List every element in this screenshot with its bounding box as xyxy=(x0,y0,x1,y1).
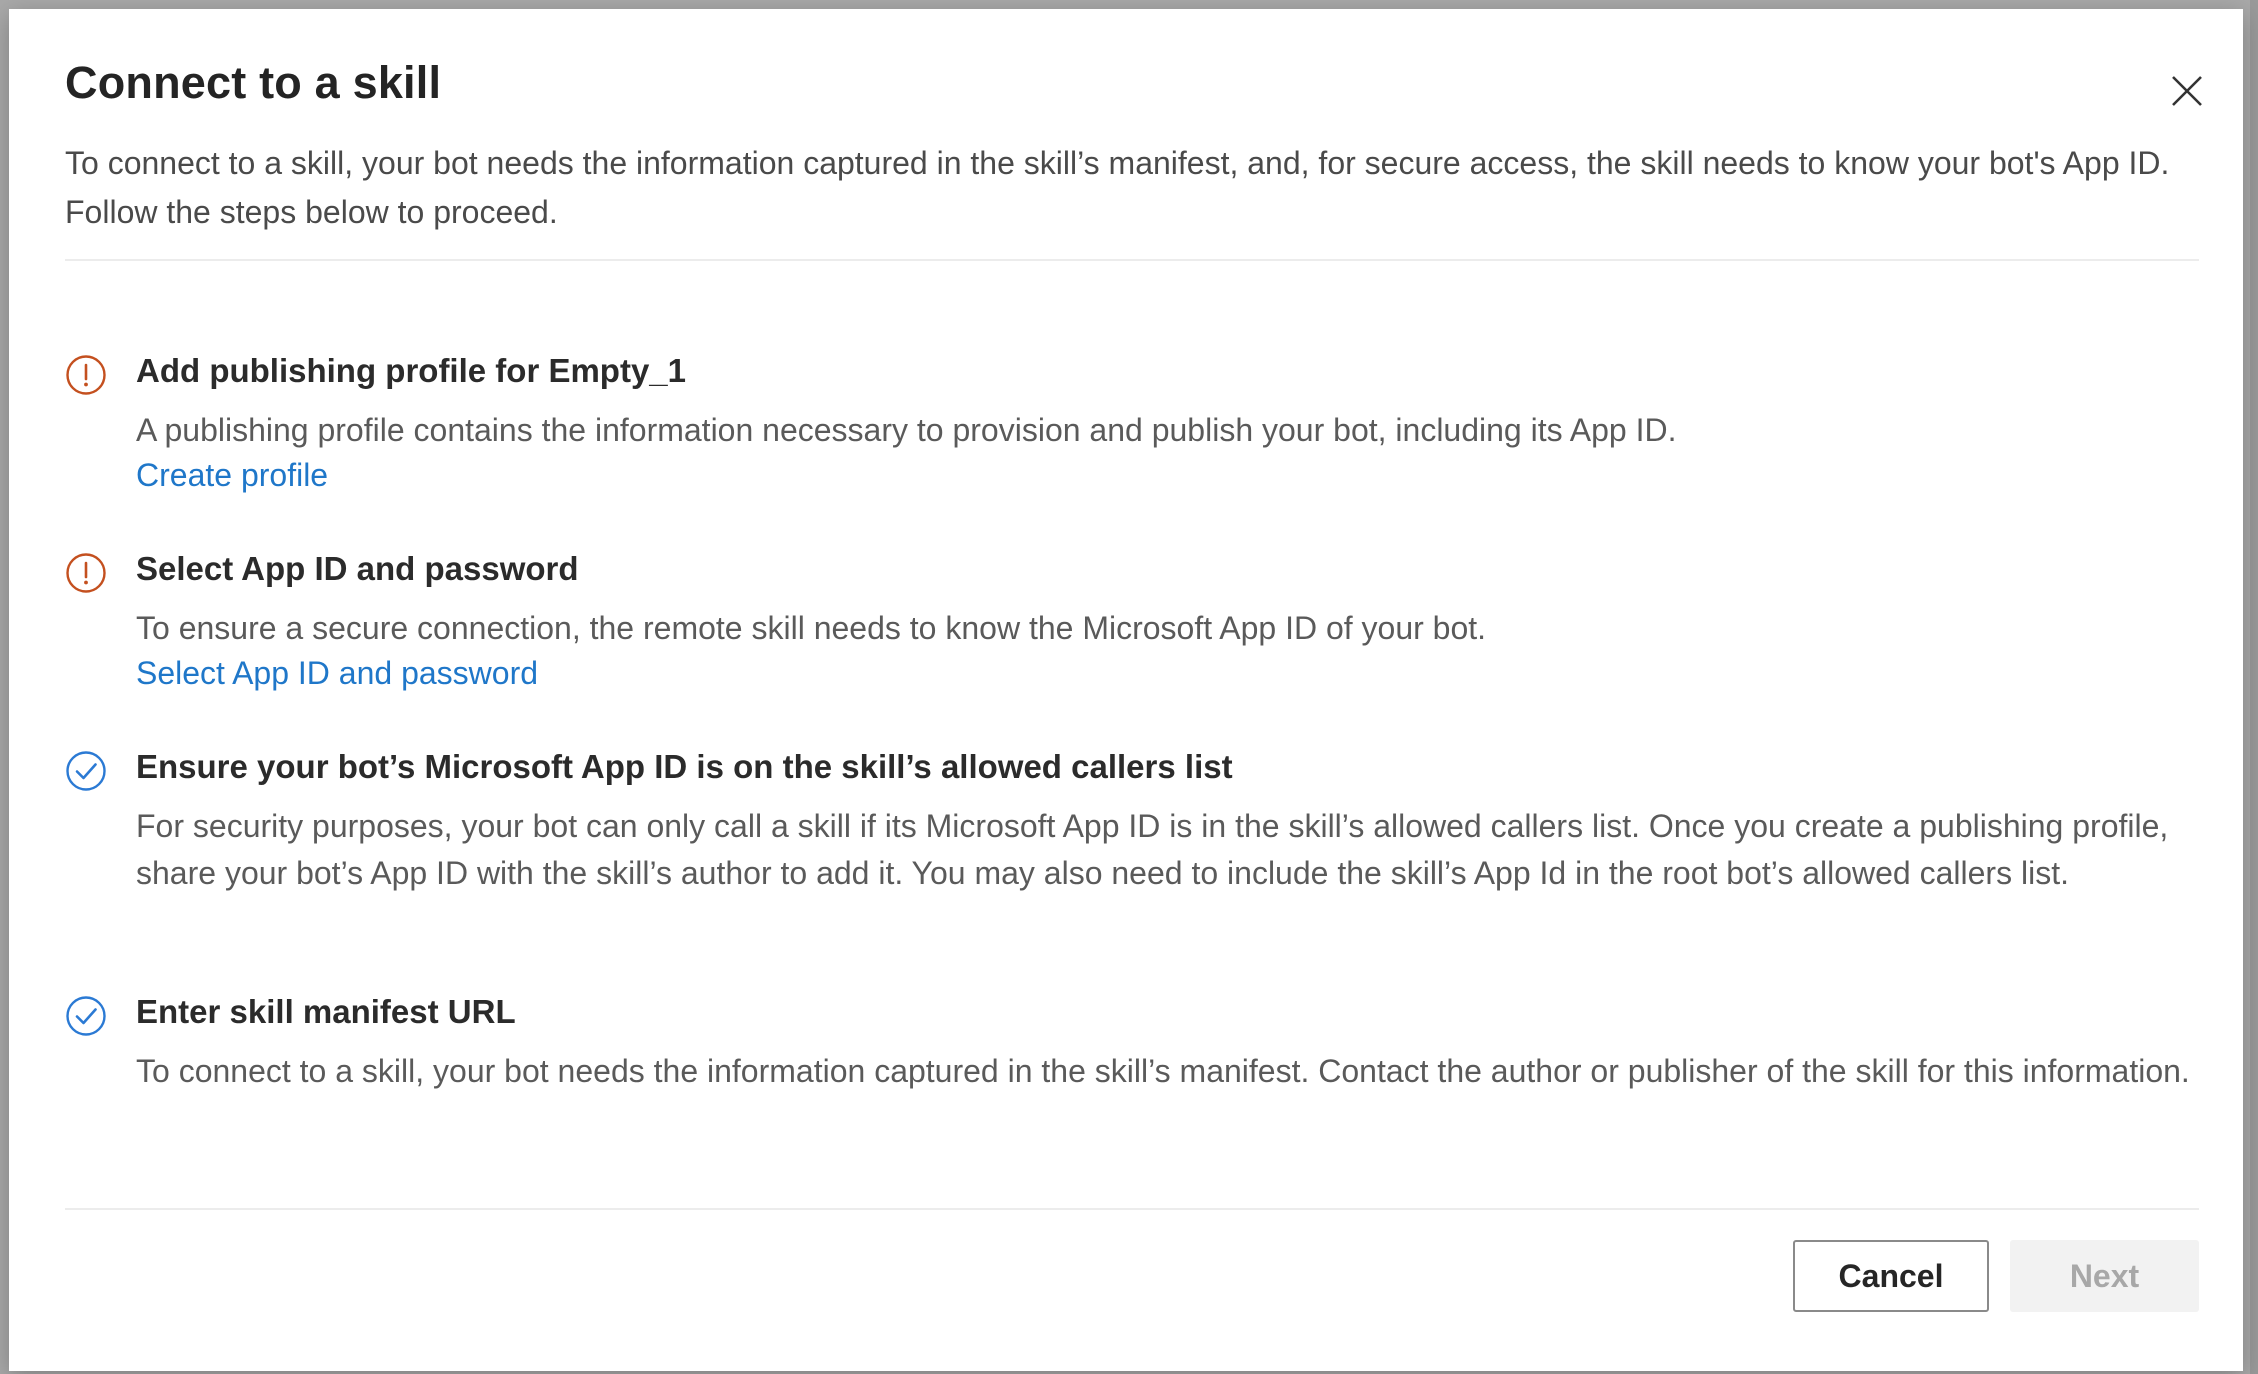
next-button[interactable]: Next xyxy=(2010,1240,2199,1312)
connect-skill-dialog: Connect to a skill To connect to a skill… xyxy=(9,9,2243,1371)
close-icon xyxy=(2172,76,2202,106)
select-app-id-link[interactable]: Select App ID and password xyxy=(136,655,538,692)
check-circle-icon xyxy=(66,996,106,1036)
footer-divider xyxy=(65,1208,2199,1210)
create-profile-link[interactable]: Create profile xyxy=(136,457,328,494)
header-divider xyxy=(65,259,2199,261)
step-description: A publishing profile contains the inform… xyxy=(136,412,1677,448)
step-title: Ensure your bot’s Microsoft App ID is on… xyxy=(136,748,1233,785)
step-description: To connect to a skill, your bot needs th… xyxy=(136,1053,2190,1089)
dialog-intro-text: To connect to a skill, your bot needs th… xyxy=(65,145,2170,230)
step-title: Enter skill manifest URL xyxy=(136,993,516,1030)
warning-circle-icon xyxy=(66,355,106,395)
step-description: To ensure a secure connection, the remot… xyxy=(136,610,1487,646)
warning-circle-icon xyxy=(66,553,106,593)
close-button[interactable] xyxy=(2157,61,2217,121)
step-title: Add publishing profile for Empty_1 xyxy=(136,352,687,389)
dialog-title: Connect to a skill xyxy=(65,57,442,108)
step-description: For security purposes, your bot can only… xyxy=(136,808,2169,891)
check-circle-icon xyxy=(66,751,106,791)
step-title: Select App ID and password xyxy=(136,550,579,587)
background-app-edge xyxy=(2250,0,2258,1374)
cancel-button[interactable]: Cancel xyxy=(1793,1240,1989,1312)
